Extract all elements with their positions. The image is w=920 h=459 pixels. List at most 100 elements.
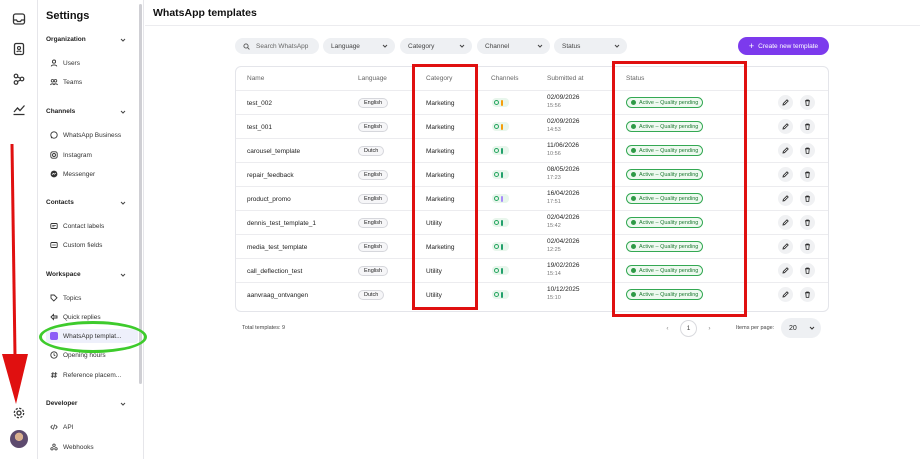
- share-nodes-icon[interactable]: [12, 72, 26, 86]
- previous-page-button[interactable]: ‹: [659, 320, 676, 337]
- chevron-down-icon[interactable]: [120, 37, 126, 43]
- edit-button[interactable]: [778, 167, 793, 182]
- inbox-icon[interactable]: [12, 12, 26, 26]
- whatsapp-icon: [494, 220, 499, 225]
- sidebar-title: Settings: [46, 10, 90, 22]
- sidebar-item-topics[interactable]: Topics: [50, 291, 134, 305]
- filter-label: Channel: [485, 42, 510, 50]
- sidebar-item-webhooks[interactable]: Webhooks: [50, 440, 134, 454]
- column-header-language[interactable]: Language: [358, 75, 387, 82]
- main-content: WhatsApp templates Search WhatsApp Langu…: [145, 0, 920, 459]
- pencil-icon: [782, 195, 789, 202]
- sidebar-scrollbar[interactable]: [139, 4, 142, 384]
- delete-button[interactable]: [800, 191, 815, 206]
- status-highlight-box: [612, 61, 747, 317]
- items-per-page-select[interactable]: 20: [781, 318, 821, 338]
- sidebar-item-users[interactable]: Users: [50, 56, 134, 70]
- current-page-button[interactable]: 1: [680, 320, 697, 337]
- sidebar-item-api[interactable]: API: [50, 420, 134, 434]
- sidebar-item-contact-labels[interactable]: Contact labels: [50, 219, 134, 233]
- edit-button[interactable]: [778, 191, 793, 206]
- whatsapp-icon: [494, 172, 499, 177]
- delete-button[interactable]: [800, 119, 815, 134]
- filter-label: Status: [562, 42, 581, 50]
- edit-button[interactable]: [778, 119, 793, 134]
- sidebar-item-custom-fields[interactable]: Custom fields: [50, 238, 134, 252]
- delete-button[interactable]: [800, 239, 815, 254]
- trash-icon: [805, 219, 810, 226]
- delete-button[interactable]: [800, 287, 815, 302]
- delete-button[interactable]: [800, 143, 815, 158]
- chevron-down-icon[interactable]: [120, 401, 126, 407]
- channel-filter[interactable]: Channel: [477, 38, 550, 54]
- channel-badge: [492, 218, 509, 227]
- sidebar-item-label: Instagram: [63, 151, 92, 159]
- analytics-icon[interactable]: [12, 102, 26, 116]
- pencil-icon: [782, 267, 789, 274]
- quality-indicator: [501, 171, 503, 178]
- language-badge: English: [358, 218, 389, 228]
- template-name: test_001: [247, 123, 272, 131]
- clock-icon: [50, 351, 58, 359]
- section-channels[interactable]: Channels: [46, 108, 75, 115]
- submitted-time: 15:42: [547, 223, 561, 229]
- chevron-down-icon[interactable]: [120, 109, 126, 115]
- items-per-page-value: 20: [789, 324, 797, 332]
- column-header-channels[interactable]: Channels: [491, 75, 518, 82]
- sidebar-item-messenger[interactable]: Messenger: [50, 167, 134, 181]
- submitted-date: 19/02/2026: [547, 262, 580, 269]
- submitted-time: 10:56: [547, 151, 561, 157]
- column-header-name[interactable]: Name: [247, 75, 264, 82]
- chevron-down-icon[interactable]: [120, 200, 126, 206]
- section-workspace[interactable]: Workspace: [46, 271, 81, 278]
- items-per-page-label: Items per page:: [736, 325, 775, 331]
- sidebar-item-label: Webhooks: [63, 443, 94, 451]
- search-input[interactable]: Search WhatsApp: [235, 38, 319, 54]
- submitted-at: 11/06/2026 10:56: [547, 142, 579, 158]
- pencil-icon: [782, 147, 789, 154]
- chevron-down-icon[interactable]: [120, 272, 126, 278]
- sidebar-item-instagram[interactable]: Instagram: [50, 148, 134, 162]
- submitted-at: 02/04/2026 12:25: [547, 238, 580, 254]
- team-icon: [50, 79, 58, 86]
- create-template-button[interactable]: + Create new template: [738, 37, 829, 55]
- search-placeholder: Search WhatsApp: [256, 42, 309, 50]
- sidebar-item-whatsapp-business[interactable]: WhatsApp Business: [50, 128, 134, 142]
- quality-indicator: [501, 243, 503, 250]
- edit-button[interactable]: [778, 287, 793, 302]
- channel-badge: [492, 146, 509, 155]
- delete-button[interactable]: [800, 263, 815, 278]
- language-badge: English: [358, 98, 389, 108]
- section-organization[interactable]: Organization: [46, 36, 86, 43]
- edit-button[interactable]: [778, 239, 793, 254]
- template-name: carousel_template: [247, 147, 301, 155]
- submitted-time: 15:10: [547, 295, 561, 301]
- edit-button[interactable]: [778, 95, 793, 110]
- status-filter[interactable]: Status: [554, 38, 627, 54]
- section-developer[interactable]: Developer: [46, 400, 77, 407]
- chevron-down-icon: [614, 44, 620, 48]
- pencil-icon: [782, 243, 789, 250]
- template-name: dennis_test_template_1: [247, 219, 317, 227]
- column-header-submitted-at[interactable]: Submitted at: [547, 75, 584, 82]
- submitted-date: 02/04/2026: [547, 238, 580, 245]
- template-name: repair_feedback: [247, 171, 294, 179]
- user-avatar[interactable]: [10, 430, 28, 448]
- delete-button[interactable]: [800, 215, 815, 230]
- sidebar-item-label: Topics: [63, 294, 82, 302]
- language-badge: English: [358, 242, 389, 252]
- edit-button[interactable]: [778, 143, 793, 158]
- delete-button[interactable]: [800, 167, 815, 182]
- language-filter[interactable]: Language: [323, 38, 395, 54]
- next-page-button[interactable]: ›: [701, 320, 718, 337]
- contacts-book-icon[interactable]: [12, 42, 26, 56]
- submitted-date: 02/09/2026: [547, 94, 580, 101]
- edit-button[interactable]: [778, 215, 793, 230]
- section-contacts[interactable]: Contacts: [46, 199, 74, 206]
- edit-button[interactable]: [778, 263, 793, 278]
- whatsapp-icon: [494, 100, 499, 105]
- category-filter[interactable]: Category: [400, 38, 472, 54]
- sidebar-item-reference-placeholders[interactable]: Reference placem...: [50, 368, 134, 382]
- sidebar-item-teams[interactable]: Teams: [50, 75, 134, 89]
- delete-button[interactable]: [800, 95, 815, 110]
